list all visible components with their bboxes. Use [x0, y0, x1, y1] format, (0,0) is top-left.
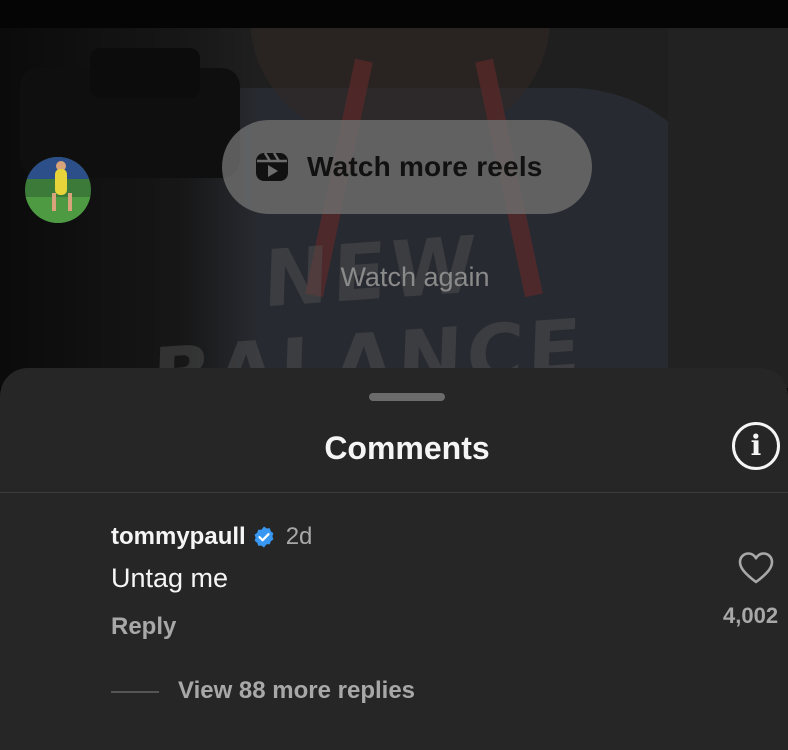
- comment-username[interactable]: tommypaull: [111, 523, 246, 551]
- reels-icon: [256, 152, 288, 181]
- watch-more-reels-label: Watch more reels: [307, 151, 543, 182]
- like-count: 4,002: [723, 603, 779, 628]
- info-icon: i: [750, 429, 762, 462]
- info-button[interactable]: i: [732, 422, 780, 470]
- comment-text: Untag me: [111, 563, 229, 593]
- avatar-player-body: [55, 169, 67, 195]
- comment-timestamp: 2d: [285, 523, 313, 550]
- reply-button[interactable]: Reply: [111, 613, 176, 641]
- heart-icon[interactable]: [738, 551, 774, 585]
- replies-divider-line: [111, 691, 159, 693]
- avatar[interactable]: [25, 157, 91, 223]
- status-strip: [0, 0, 788, 28]
- header-divider: [0, 492, 788, 493]
- comment-header: tommypaull 2d: [111, 523, 312, 551]
- watch-again-button[interactable]: Watch again: [0, 262, 788, 293]
- comments-title: Comments: [324, 430, 490, 466]
- avatar-player-legs: [52, 193, 72, 211]
- view-more-replies-button[interactable]: View 88 more replies: [178, 677, 415, 705]
- sheet-drag-handle[interactable]: [369, 393, 445, 401]
- watch-more-reels-button[interactable]: Watch more reels: [222, 120, 592, 214]
- verified-badge-icon: [254, 526, 274, 548]
